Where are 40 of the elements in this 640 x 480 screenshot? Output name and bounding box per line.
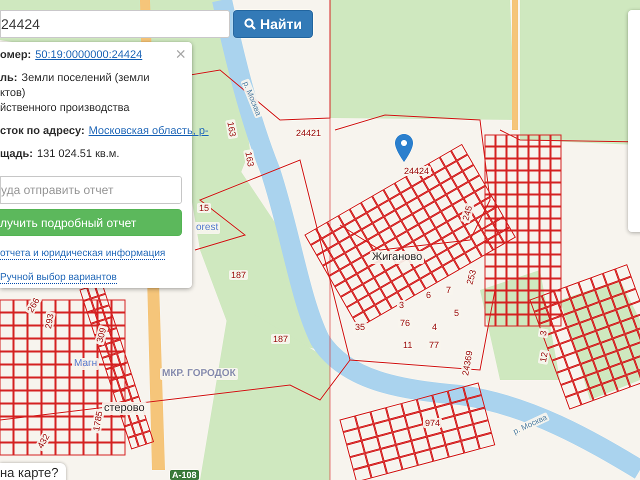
search-icon (244, 18, 256, 30)
email-field[interactable]: уда отправить отчет (0, 176, 182, 204)
map-pin-icon[interactable] (395, 134, 413, 162)
map-label: МКР. ГОРОДОК (160, 368, 238, 380)
field-label: омер: (0, 49, 32, 61)
map-label: 245 (460, 202, 475, 224)
field-value: ктов) (0, 86, 26, 101)
map-label: А-108 (170, 470, 199, 480)
map-label: 974 (423, 418, 442, 428)
map-label: 6 (424, 290, 434, 300)
map-label: 187 (271, 334, 290, 344)
map-label: Магн (72, 358, 100, 370)
map-label: 4 (430, 322, 440, 332)
map-label: 76 (398, 318, 412, 328)
map-label: 3 (397, 300, 406, 310)
map-label: 5 (452, 308, 462, 318)
field-value: Земли поселений (земли (21, 72, 150, 84)
map-label: 24421 (294, 128, 324, 138)
map-label: 24424 (402, 166, 432, 176)
search-field[interactable]: 24424 (0, 10, 230, 38)
map-hint-text: на карте? (0, 463, 66, 480)
map-label: 11 (401, 340, 414, 350)
field-label: ль: (0, 72, 18, 84)
field-label: сток по адресу: (0, 125, 85, 137)
field-value: йственного производства (0, 101, 131, 116)
map-label: 77 (427, 340, 442, 350)
find-button[interactable]: Найти (233, 10, 313, 38)
field-link[interactable]: 50:19:0000000:24424 (35, 49, 142, 61)
field-value: 131 024.51 кв.м. (36, 148, 120, 160)
field-label: щадь: (0, 148, 33, 160)
dotted-link[interactable]: отчета и юридическая информация (0, 248, 166, 260)
map-label: orest (194, 222, 220, 234)
map-label: стерово (102, 402, 147, 415)
map-label: Жиганово (370, 251, 424, 264)
field-link[interactable]: Московская область, р- (88, 125, 209, 137)
map-label: 15 (197, 203, 212, 214)
map-label: 7 (444, 285, 454, 296)
map-label: 35 (353, 322, 368, 332)
map-label: 187 (229, 270, 248, 280)
dotted-link[interactable]: Ручной выбор вариантов (0, 272, 117, 284)
